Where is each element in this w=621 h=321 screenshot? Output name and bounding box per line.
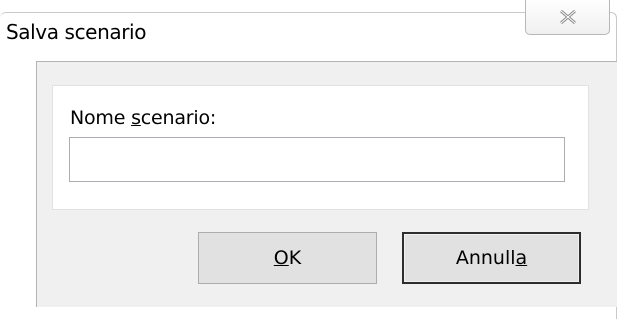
close-button[interactable] (525, 0, 610, 35)
ok-accelerator-key: O (273, 247, 289, 269)
ok-button[interactable]: OK (198, 232, 377, 284)
scenario-name-label: Nome scenario: (70, 107, 216, 129)
cancel-button[interactable]: Annull a (402, 232, 581, 284)
scenario-name-input[interactable] (69, 137, 565, 182)
label-text-start: Nome (70, 107, 132, 129)
ok-label-rest: K (288, 247, 302, 269)
close-x-icon (559, 10, 576, 24)
label-accelerator-key: s (131, 107, 141, 129)
cancel-label-start: Annull (455, 247, 516, 269)
window-title: Salva scenario (6, 20, 147, 44)
cancel-accelerator-key: a (515, 247, 528, 269)
label-text-end: cenario: (140, 107, 217, 129)
